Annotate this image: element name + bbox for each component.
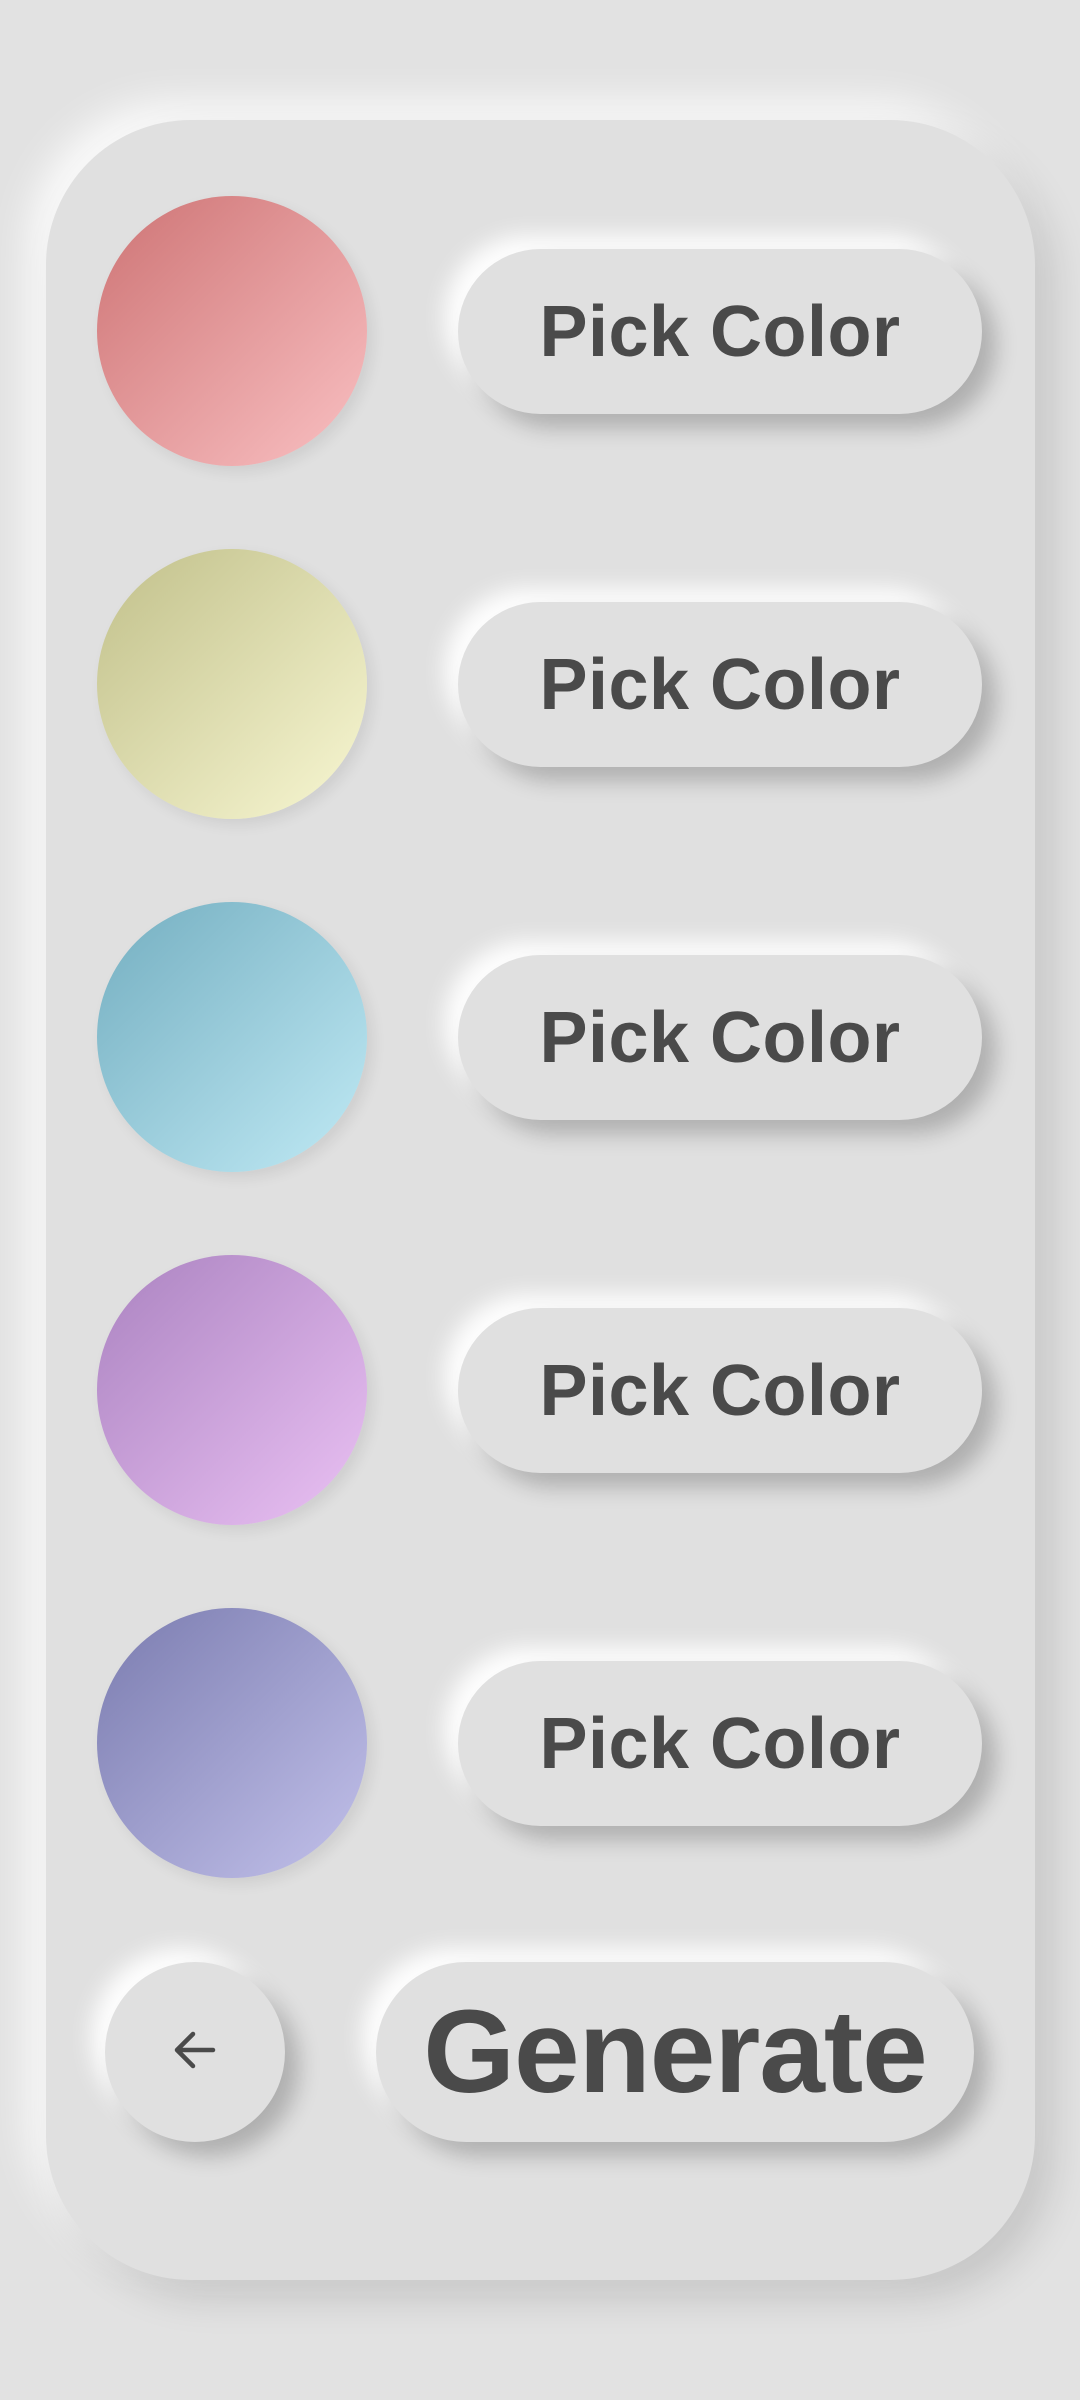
pick-color-label: Pick Color bbox=[539, 291, 901, 372]
pick-color-label: Pick Color bbox=[539, 1703, 901, 1784]
color-swatch-2 bbox=[97, 549, 367, 819]
color-swatch-4 bbox=[97, 1255, 367, 1525]
generate-button[interactable]: Generate bbox=[376, 1962, 974, 2142]
generate-label: Generate bbox=[423, 1986, 928, 2118]
pick-color-button-4[interactable]: Pick Color bbox=[458, 1308, 982, 1473]
pick-color-button-2[interactable]: Pick Color bbox=[458, 602, 982, 767]
color-swatch-1 bbox=[97, 196, 367, 466]
pick-color-button-1[interactable]: Pick Color bbox=[458, 249, 982, 414]
pick-color-button-3[interactable]: Pick Color bbox=[458, 955, 982, 1120]
pick-color-button-5[interactable]: Pick Color bbox=[458, 1661, 982, 1826]
arrow-left-icon bbox=[167, 2022, 223, 2083]
color-swatch-5 bbox=[97, 1608, 367, 1878]
pick-color-label: Pick Color bbox=[539, 1350, 901, 1431]
pick-color-label: Pick Color bbox=[539, 644, 901, 725]
color-swatch-3 bbox=[97, 902, 367, 1172]
back-button[interactable] bbox=[105, 1962, 285, 2142]
pick-color-label: Pick Color bbox=[539, 997, 901, 1078]
